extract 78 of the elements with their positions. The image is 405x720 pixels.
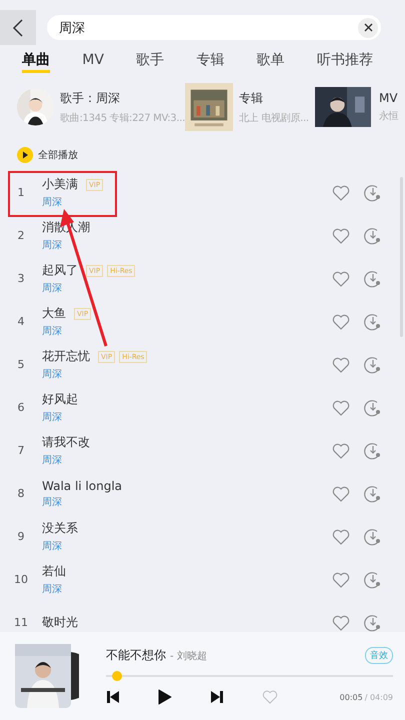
result-title: MV: [379, 91, 398, 105]
clear-button[interactable]: [358, 18, 378, 38]
song-title: 敬时光: [42, 614, 78, 631]
heart-icon: [262, 690, 278, 704]
play-all-label: 全部播放: [38, 148, 78, 162]
result-subtitle: 北上 电视剧原...: [239, 112, 309, 124]
track-number: 6: [16, 401, 26, 414]
result-subtitle: 歌曲:1345 专辑:227 MV:3...: [60, 112, 185, 124]
song-row[interactable]: 6 好风起 周深: [0, 386, 405, 429]
heart-icon: [332, 184, 350, 200]
tab[interactable]: 听书推荐: [316, 47, 373, 73]
song-title: 若仙: [42, 563, 66, 580]
track-number: 2: [16, 229, 26, 242]
download-icon: [364, 484, 382, 502]
download-icon: [364, 312, 382, 330]
download-icon: [364, 398, 382, 416]
back-icon: [12, 18, 24, 38]
back-button[interactable]: [0, 10, 36, 45]
tab[interactable]: 歌手: [136, 47, 164, 73]
play-icon: [17, 147, 33, 163]
result-subtitle: 永恒: [379, 110, 398, 123]
download-icon: [364, 570, 382, 588]
song-row[interactable]: 9 没关系 周深: [0, 515, 405, 558]
song-title: 花开忘忧: [42, 348, 90, 365]
song-row[interactable]: 7 请我不改 周深: [0, 429, 405, 472]
track-number: 4: [16, 315, 26, 328]
song-row[interactable]: 8 Wala li longla 周深: [0, 472, 405, 515]
tab[interactable]: 歌单: [256, 47, 285, 73]
heart-icon: [332, 314, 350, 330]
result-title: 专辑: [239, 90, 264, 106]
download-icon: [364, 184, 382, 202]
song-row[interactable]: 11 敬时光: [0, 601, 405, 632]
play-icon: [158, 689, 172, 705]
previous-icon: [106, 690, 120, 704]
download-icon: [364, 226, 382, 244]
search-text: 周深: [59, 20, 86, 36]
song-row[interactable]: 10 若仙 周深: [0, 558, 405, 601]
heart-icon: [332, 486, 350, 502]
song-title: 大鱼: [42, 305, 66, 322]
total-time: / 04:09: [364, 692, 393, 702]
download-icon: [364, 614, 382, 632]
track-number: 9: [16, 530, 26, 543]
heart-icon: [332, 442, 350, 458]
heart-icon: [332, 270, 350, 286]
play-all-button[interactable]: 全部播放: [17, 147, 78, 163]
track-number: 7: [16, 444, 26, 457]
song-title: 起风了: [42, 262, 78, 279]
download-icon: [364, 442, 382, 460]
song-title: Wala li longla: [42, 478, 122, 492]
track-number: 8: [16, 487, 26, 500]
tab[interactable]: 单曲: [22, 47, 50, 73]
song-title: 没关系: [42, 520, 78, 537]
track-number: 11: [13, 616, 29, 629]
song-title: 小美满: [42, 176, 78, 193]
now-playing-title: 不能不想你: [106, 647, 166, 664]
elapsed-time: 00:05: [340, 692, 363, 702]
now-playing-artist: - 刘晓超: [170, 650, 208, 662]
download-icon: [364, 270, 382, 288]
song-title: 好风起: [42, 391, 78, 408]
heart-icon: [332, 572, 350, 588]
download-icon: [364, 356, 382, 374]
track-number: 3: [16, 272, 26, 285]
tab[interactable]: 专辑: [196, 47, 224, 73]
close-icon: [364, 23, 372, 32]
result-title: 歌手：周深: [60, 90, 122, 106]
track-number: 10: [13, 573, 29, 586]
song-title: 请我不改: [42, 434, 90, 451]
download-icon: [364, 528, 382, 546]
next-icon: [210, 690, 224, 704]
heart-icon: [332, 528, 350, 544]
track-number: 5: [16, 358, 26, 371]
track-number: 1: [16, 186, 26, 199]
heart-icon: [332, 356, 350, 372]
search-field[interactable]: 周深: [47, 15, 381, 40]
tab[interactable]: MV: [82, 48, 104, 72]
heart-icon: [332, 614, 350, 630]
heart-icon: [332, 400, 350, 416]
heart-icon: [332, 228, 350, 244]
